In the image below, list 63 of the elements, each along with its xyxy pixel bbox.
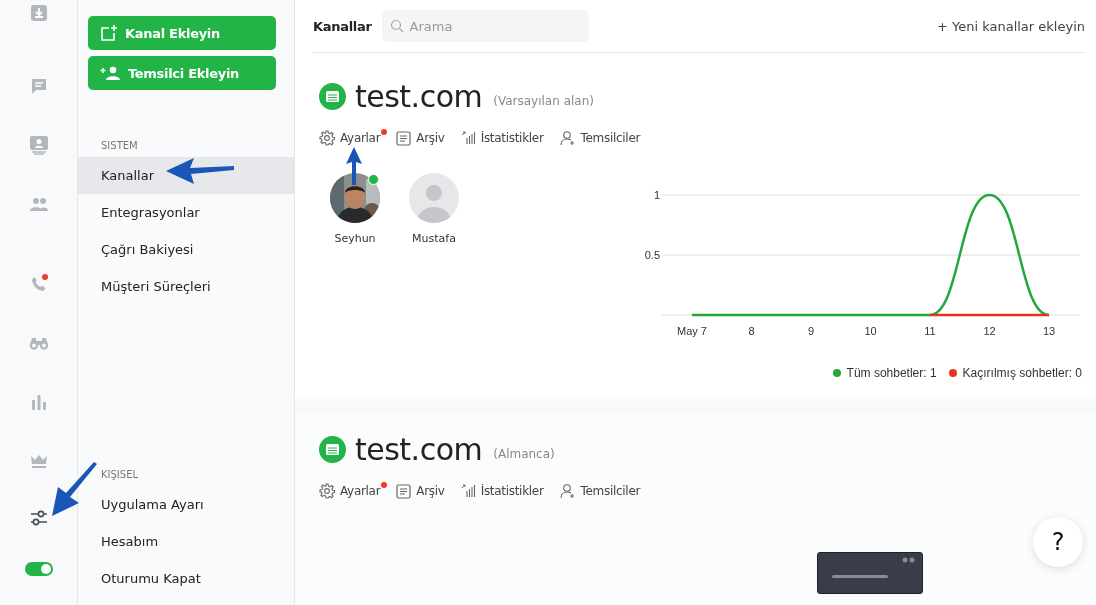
channel-note: (Varsayılan alan): [493, 94, 594, 108]
channel-icon: [319, 83, 346, 110]
phone-icon: [30, 276, 47, 292]
add-channel-link[interactable]: + Yeni kanallar ekleyin: [936, 18, 1085, 34]
document-icon: [396, 483, 412, 499]
agent-name: Seyhun: [334, 232, 376, 245]
legend-label: Kaçırılmış sohbetler: 0: [962, 366, 1082, 380]
settings-icon: [29, 510, 48, 526]
sidebar-item[interactable]: Kanallar: [78, 157, 294, 194]
sidebar-item[interactable]: Müşteri Süreçleri: [78, 268, 294, 305]
document-icon: [396, 130, 412, 146]
contact-icon: [28, 135, 49, 155]
channel-action[interactable]: Arşiv: [396, 483, 449, 499]
legend-label: Tüm sohbetler: 1: [846, 366, 937, 380]
y-tick-label: 0.5: [644, 249, 660, 261]
channel-action[interactable]: Ayarlar: [319, 483, 385, 499]
sidebar-item[interactable]: Oturumu Kapat: [78, 560, 294, 597]
channel-icon: [319, 436, 346, 463]
agent-name: Mustafa: [412, 232, 456, 245]
status-toggle[interactable]: [24, 562, 53, 576]
x-tick-label: 9: [807, 325, 815, 337]
sidebar-item[interactable]: Hesabım: [78, 523, 294, 560]
x-tick-label: 10: [864, 325, 877, 337]
gear-icon: [319, 483, 335, 499]
page-title: Kanallar: [313, 18, 372, 34]
crown-icon: [29, 454, 48, 468]
channel-action[interactable]: Ayarlar: [319, 130, 385, 146]
add-user-icon: [559, 483, 576, 499]
section-title: KIŞISEL: [100, 469, 140, 480]
x-tick-label: 11: [924, 325, 936, 337]
binoculars-icon: [28, 336, 49, 350]
add-user-icon: [100, 66, 120, 80]
x-tick-label: 8: [748, 325, 755, 337]
signal-bars-icon: [460, 484, 476, 498]
annotation-arrow: [166, 158, 234, 184]
y-tick-label: 1: [653, 189, 660, 201]
x-tick-label: May 7: [677, 325, 707, 337]
channel-note: (Almanca): [493, 447, 555, 461]
section-title: SISTEM: [100, 140, 139, 151]
search-field[interactable]: Arama: [381, 10, 589, 42]
channel-name: test.com: [355, 79, 483, 114]
sidebar-item[interactable]: Çağrı Bakiyesi: [78, 231, 294, 268]
channel-action[interactable]: Temsilciler: [559, 483, 645, 499]
add-window-icon: [100, 24, 117, 42]
sidebar-item[interactable]: Uygulama Ayarı: [78, 486, 294, 523]
channel-name: test.com: [355, 432, 483, 467]
chat-icon: [29, 77, 48, 95]
signal-bars-icon: [460, 131, 476, 145]
x-tick-label: 12: [983, 325, 996, 337]
people-icon: [28, 197, 49, 211]
channel-action[interactable]: İstatistikler: [460, 131, 548, 145]
gear-icon: [319, 130, 335, 146]
bar-chart-icon: [30, 394, 47, 410]
download-icon: [29, 4, 48, 22]
sidebar-item[interactable]: Entegrasyonlar: [78, 194, 294, 231]
channel-action[interactable]: Temsilciler: [559, 130, 645, 146]
help-button[interactable]: ?: [1033, 517, 1083, 567]
channel-action[interactable]: Arşiv: [396, 130, 449, 146]
annotation-arrow: [346, 147, 362, 185]
annotation-arrow: [52, 462, 97, 516]
x-tick-label: 13: [1042, 325, 1056, 337]
add-user-icon: [559, 130, 576, 146]
channel-action[interactable]: İstatistikler: [460, 484, 548, 498]
